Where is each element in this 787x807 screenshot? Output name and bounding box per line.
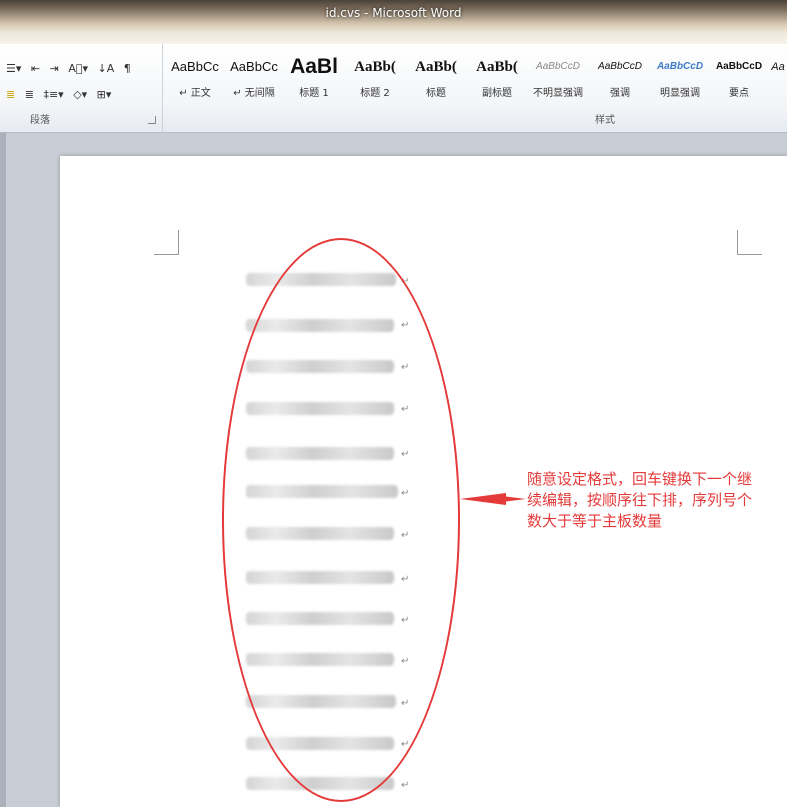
style-sample: AaBbCcD [536,61,580,72]
paragraph-toolbar-row-2: ≣ ≣ ‡≡▾ ◇▾ ⊞▾ [6,88,117,101]
style-name: 强调 [610,88,630,99]
red-arrow-icon [460,493,526,505]
decrease-indent-icon[interactable]: ⇤ [31,62,40,75]
styles-group: AaBbCc ↵ 正文 AaBbCc ↵ 无间隔 AaBl 标题 1 AaBb(… [163,44,787,132]
style-sample: AaBl [290,55,338,78]
show-marks-icon[interactable]: ¶ [124,62,131,75]
list-dropdown-icon[interactable]: ☰▾ [6,62,21,75]
ribbon: ☰▾ ⇤ ⇥ A⃞▾ ↓A ¶ ≣ ≣ ‡≡▾ ◇▾ ⊞▾ 段落 AaBbCc … [0,44,787,133]
style-sample: AaBb( [415,59,457,75]
style-sample: AaBbCcD [598,61,642,72]
style-intense-emphasis[interactable]: AaBbCcD 明显强调 [650,52,710,102]
style-sample: AaBb( [354,59,396,75]
asian-layout-icon[interactable]: A⃞▾ [68,62,88,75]
style-emphasis[interactable]: AaBbCcD 强调 [590,52,650,102]
return-mark: ↵ [401,780,410,791]
title-bar: id.cvs - Microsoft Word [0,0,787,44]
style-name: 标题 1 [299,88,329,99]
style-sample: Aa [771,61,785,73]
shading-icon[interactable]: ◇▾ [73,88,87,101]
style-name: ↵ 无间隔 [233,88,275,99]
style-sample: AaBb( [476,59,518,75]
left-edge-bar [0,133,6,807]
style-title[interactable]: AaBb( 标题 [407,52,465,102]
style-subtitle[interactable]: AaBb( 副标题 [468,52,526,102]
style-sample: AaBbCc [171,59,219,74]
margin-corner-top-right [737,230,762,255]
style-name: 要点 [729,88,749,99]
annotation-line: 续编辑，按顺序往下排，序列号个 [527,491,753,509]
styles-group-label: 样式 [595,115,615,126]
window-title: id.cvs - Microsoft Word [325,6,462,20]
annotation-line: 随意设定格式，回车键换下一个继 [527,470,753,488]
paragraph-group: ☰▾ ⇤ ⇥ A⃞▾ ↓A ¶ ≣ ≣ ‡≡▾ ◇▾ ⊞▾ 段落 [0,44,163,132]
margin-corner-top-left [154,230,179,255]
increase-indent-icon[interactable]: ⇥ [50,62,59,75]
style-name: 明显强调 [660,88,700,99]
style-sample: AaBbCc [230,59,278,74]
style-subtle-emphasis[interactable]: AaBbCcD 不明显强调 [527,52,589,102]
paragraph-toolbar-row-1: ☰▾ ⇤ ⇥ A⃞▾ ↓A ¶ [6,62,137,75]
style-name: 不明显强调 [533,88,583,99]
style-name: 副标题 [482,88,512,99]
line-spacing-icon[interactable]: ‡≡▾ [43,88,63,101]
distributed-icon[interactable]: ≣ [25,88,34,101]
sort-icon[interactable]: ↓A [97,62,114,75]
annotation-text: 随意设定格式，回车键换下一个继 续编辑，按顺序往下排，序列号个 数大于等于主板数… [527,469,787,532]
highlight-ellipse [222,238,460,802]
annotation-line: 数大于等于主板数量 [527,512,663,530]
justify-icon[interactable]: ≣ [6,88,15,101]
style-more[interactable]: Aa [769,52,787,102]
style-heading-1[interactable]: AaBl 标题 1 [286,52,342,102]
style-heading-2[interactable]: AaBb( 标题 2 [346,52,404,102]
style-sample: AaBbCcD [715,61,763,72]
style-normal[interactable]: AaBbCc ↵ 正文 [167,52,223,102]
style-name: ↵ 正文 [179,88,211,99]
paragraph-group-label: 段落 [30,115,50,126]
style-strong[interactable]: AaBbCcD 要点 [710,52,768,102]
paragraph-dialog-launcher-icon[interactable] [148,116,156,124]
style-no-spacing[interactable]: AaBbCc ↵ 无间隔 [225,52,283,102]
borders-icon[interactable]: ⊞▾ [97,88,112,101]
style-name: 标题 2 [360,88,390,99]
style-sample: AaBbCcD [656,61,704,72]
style-name: 标题 [426,88,446,99]
